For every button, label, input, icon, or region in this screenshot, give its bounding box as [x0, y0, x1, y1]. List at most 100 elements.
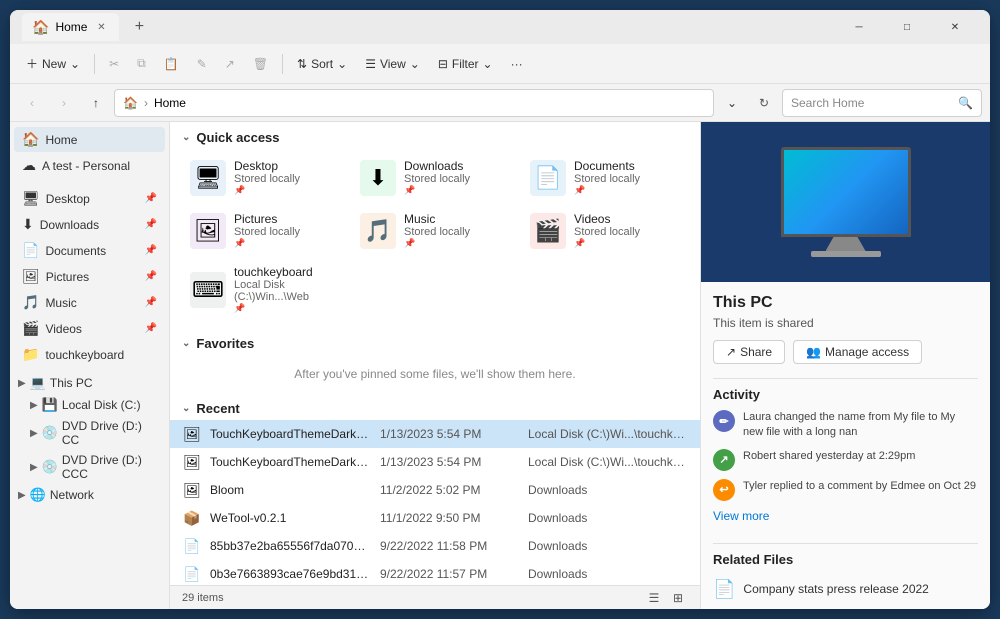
recent-item[interactable]: 🖼 TouchKeyboardThemeDark002 1/13/2023 5:…	[170, 420, 700, 448]
more-button[interactable]: ···	[503, 49, 531, 79]
sidebar-item-documents[interactable]: 📄 Documents 📌	[14, 238, 165, 263]
share-action-label: Share	[740, 345, 772, 359]
favorites-header[interactable]: ⌄ Favorites	[170, 328, 700, 355]
recent-item[interactable]: 📄 0b3e7663893cae76e9bd310aee59b70d76cc47…	[170, 560, 700, 585]
sidebar-personal-label: A test - Personal	[42, 159, 130, 173]
panel-shared-text: This item is shared	[713, 316, 978, 330]
qa-item-icon: ⬇	[360, 160, 396, 196]
videos-icon: 🎬	[22, 320, 39, 337]
sidebar-item-network[interactable]: ▶ 🌐 Network	[10, 484, 169, 506]
sidebar-item-desktop[interactable]: 🖥 Desktop 📌	[14, 186, 165, 211]
quick-access-item[interactable]: 📄 Documents Stored locally 📌	[522, 153, 688, 202]
view-chevron-icon: ⌄	[410, 57, 420, 71]
paste-button[interactable]: 📋	[156, 49, 187, 79]
recent-item[interactable]: 📄 85bb37e2ba65556f7da07047bab330e3534c80…	[170, 532, 700, 560]
recent-item[interactable]: 🖼 Bloom 11/2/2022 5:02 PM Downloads	[170, 476, 700, 504]
recent-item[interactable]: 📦 WeTool-v0.2.1 11/1/2022 9:50 PM Downlo…	[170, 504, 700, 532]
close-window-button[interactable]: ✕	[932, 10, 978, 44]
sort-button[interactable]: ⇅ Sort ⌄	[289, 49, 355, 79]
qa-item-info: touchkeyboard Local Disk (C:\)Win...\Web…	[234, 265, 340, 314]
sidebar-item-music[interactable]: 🎵 Music 📌	[14, 290, 165, 315]
delete-button[interactable]: 🗑	[245, 49, 276, 79]
activity-avatar: ✏	[713, 410, 735, 432]
quick-access-item[interactable]: 🎵 Music Stored locally 📌	[352, 206, 518, 255]
quick-access-header[interactable]: ⌄ Quick access	[170, 122, 700, 149]
sidebar-documents-label: Documents	[45, 244, 106, 258]
recent-item-location: Downloads	[528, 483, 688, 497]
sidebar-item-this-pc[interactable]: ▶ 💻 This PC	[10, 372, 169, 394]
quick-access-item[interactable]: 🖥 Desktop Stored locally 📌	[182, 153, 348, 202]
sidebar-item-videos[interactable]: 🎬 Videos 📌	[14, 316, 165, 341]
manage-access-button[interactable]: 👥 Manage access	[793, 340, 922, 364]
new-tab-button[interactable]: +	[125, 13, 153, 41]
paste-icon: 📋	[164, 57, 179, 71]
address-dropdown-button[interactable]: ⌄	[718, 89, 746, 117]
forward-button[interactable]: ›	[50, 89, 78, 117]
search-box[interactable]: Search Home 🔍	[782, 89, 982, 117]
quick-access-item[interactable]: ⌨ touchkeyboard Local Disk (C:\)Win...\W…	[182, 259, 348, 320]
back-button[interactable]: ‹	[18, 89, 46, 117]
toolbar: ＋ New ⌄ ✂ ⧉ 📋 ✎ ↗ 🗑 ⇅ Sort ⌄ ☰	[10, 44, 990, 84]
main-area: 🏠 Home ☁ A test - Personal 🖥 Desktop 📌 ⬇…	[10, 122, 990, 609]
rename-button[interactable]: ✎	[189, 49, 215, 79]
recent-item-icon: 📦	[182, 508, 202, 528]
filter-button[interactable]: ⊟ Filter ⌄	[430, 49, 501, 79]
qa-item-sub: Stored locally	[574, 226, 640, 238]
tab-home-icon: 🏠	[32, 19, 49, 36]
panel-pc-title: This PC	[713, 294, 978, 312]
minimize-button[interactable]: ─	[836, 10, 882, 44]
qa-item-name: Music	[404, 212, 470, 226]
quick-access-item[interactable]: ⬇ Downloads Stored locally 📌	[352, 153, 518, 202]
tab-close-button[interactable]: ✕	[93, 19, 109, 35]
share-button[interactable]: ↗	[217, 49, 243, 79]
new-button[interactable]: ＋ New ⌄	[18, 49, 88, 79]
list-view-button[interactable]: ☰	[644, 588, 664, 608]
filter-chevron-icon: ⌄	[483, 57, 493, 71]
sidebar-item-local-disk-c[interactable]: ▶ 💾 Local Disk (C:)	[10, 394, 169, 416]
cloud-icon: ☁	[22, 157, 36, 174]
sidebar-item-pictures[interactable]: 🖼 Pictures 📌	[14, 264, 165, 289]
related-file-item[interactable]: 📄 Company stats press release 2022	[713, 575, 978, 604]
sidebar-item-home[interactable]: 🏠 Home	[14, 127, 165, 152]
address-input[interactable]: 🏠 › Home	[114, 89, 714, 117]
sidebar-item-touchkeyboard[interactable]: 📁 touchkeyboard	[14, 342, 165, 367]
recent-item-location: Local Disk (C:\)Wi...\touchkeyboard	[528, 455, 688, 469]
qa-item-sub: Stored locally	[404, 173, 470, 185]
recent-item-name: 0b3e7663893cae76e9bd310aee59b70d76cc476	[210, 567, 372, 581]
sidebar-item-dvd-d2[interactable]: ▶ 💿 DVD Drive (D:) CCC	[10, 450, 169, 484]
dvd-d-chevron-icon: ▶	[30, 428, 38, 439]
title-bar-left: 🏠 Home ✕ +	[22, 13, 836, 41]
grid-view-button[interactable]: ⊞	[668, 588, 688, 608]
qa-item-sub: Stored locally	[574, 173, 640, 185]
share-action-button[interactable]: ↗ Share	[713, 340, 785, 364]
home-icon: 🏠	[22, 131, 39, 148]
copy-button[interactable]: ⧉	[129, 49, 154, 79]
active-tab[interactable]: 🏠 Home ✕	[22, 13, 119, 41]
dvd-d-icon: 💿	[42, 425, 58, 441]
view-more-button[interactable]: View more	[713, 509, 769, 523]
sidebar-item-downloads[interactable]: ⬇ Downloads 📌	[14, 212, 165, 237]
quick-access-item[interactable]: 🖼 Pictures Stored locally 📌	[182, 206, 348, 255]
pictures-icon: 🖼	[22, 268, 40, 285]
recent-item-icon: 🖼	[182, 480, 202, 500]
maximize-button[interactable]: □	[884, 10, 930, 44]
view-button[interactable]: ☰ View ⌄	[357, 49, 428, 79]
favorites-title: Favorites	[196, 336, 254, 351]
up-button[interactable]: ↑	[82, 89, 110, 117]
recent-item-location: Downloads	[528, 511, 688, 525]
recent-header[interactable]: ⌄ Recent	[170, 393, 700, 420]
qa-item-icon: 🖥	[190, 160, 226, 196]
qa-pin-icon: 📌	[404, 238, 470, 249]
recent-item-icon: 📄	[182, 536, 202, 556]
sidebar-item-dvd-d[interactable]: ▶ 💿 DVD Drive (D:) CC	[10, 416, 169, 450]
documents-icon: 📄	[22, 242, 39, 259]
address-bar: ‹ › ↑ 🏠 › Home ⌄ ↻ Search Home 🔍	[10, 84, 990, 122]
recent-item-date: 9/22/2022 11:58 PM	[380, 539, 520, 553]
activity-avatar: ↩	[713, 479, 735, 501]
quick-access-item[interactable]: 🎬 Videos Stored locally 📌	[522, 206, 688, 255]
sidebar-item-personal[interactable]: ☁ A test - Personal	[14, 153, 165, 178]
toolbar-sep-1	[94, 54, 95, 74]
recent-item[interactable]: 🖼 TouchKeyboardThemeDark003 1/13/2023 5:…	[170, 448, 700, 476]
cut-button[interactable]: ✂	[101, 49, 127, 79]
refresh-button[interactable]: ↻	[750, 89, 778, 117]
